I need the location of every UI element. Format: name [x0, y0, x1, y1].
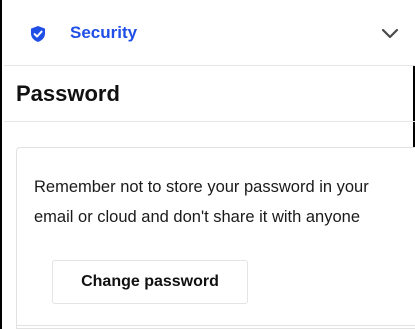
card-bottom-divider: [16, 325, 415, 326]
password-card: Remember not to store your password in y…: [16, 147, 415, 329]
security-section-header[interactable]: Security: [4, 0, 415, 66]
section-title: Security: [70, 23, 138, 42]
window-frame: Security Password Remember not to store …: [0, 0, 415, 329]
change-password-button[interactable]: Change password: [52, 260, 248, 304]
shield-check-icon: [31, 26, 45, 42]
chevron-down-icon[interactable]: [381, 26, 399, 40]
password-heading: Password: [16, 81, 120, 106]
divider: [4, 121, 415, 122]
password-advice-text: Remember not to store your password in y…: [34, 178, 369, 226]
